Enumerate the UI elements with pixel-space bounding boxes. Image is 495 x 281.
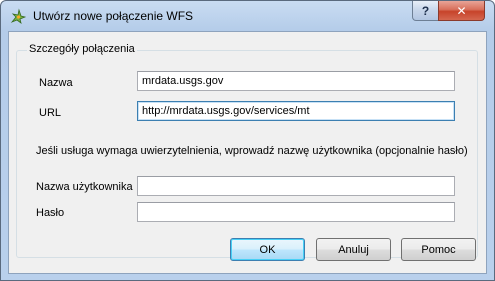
username-label: Nazwa użytkownika [36, 181, 133, 193]
username-input[interactable] [137, 176, 455, 196]
auth-note: Jeśli usługa wymaga uwierzytelnienia, wp… [36, 145, 468, 157]
close-icon: ✕ [456, 3, 467, 18]
group-title: Szczegóły połączenia [27, 43, 137, 55]
title-bar[interactable]: Utwórz nowe połączenie WFS ? ✕ [1, 1, 494, 31]
dialog-window: Utwórz nowe połączenie WFS ? ✕ Szczegóły… [0, 0, 495, 281]
ok-button[interactable]: OK [230, 238, 305, 261]
url-label: URL [39, 107, 62, 119]
password-label: Hasło [36, 207, 65, 219]
help-title-button[interactable]: ? [412, 1, 439, 21]
name-label: Nazwa [39, 77, 73, 89]
cancel-button[interactable]: Anuluj [316, 238, 391, 261]
name-input[interactable]: mrdata.usgs.gov [137, 71, 455, 91]
password-input[interactable] [137, 202, 455, 222]
qgis-logo-icon [10, 8, 26, 24]
close-button[interactable]: ✕ [438, 1, 485, 21]
help-button[interactable]: Pomoc [401, 238, 476, 261]
question-icon: ? [421, 3, 430, 18]
url-input[interactable]: http://mrdata.usgs.gov/services/mt [137, 101, 455, 121]
window-title: Utwórz nowe połączenie WFS [33, 9, 194, 23]
